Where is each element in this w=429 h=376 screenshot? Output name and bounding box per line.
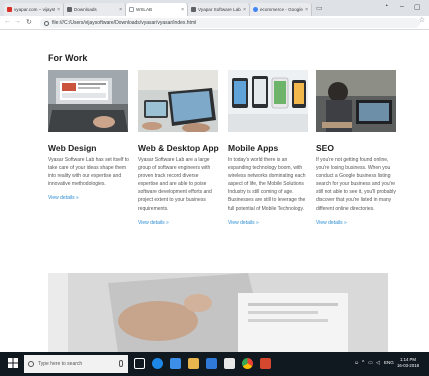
card-title: Mobile Apps bbox=[228, 143, 279, 153]
edge-browser-icon[interactable] bbox=[152, 358, 163, 369]
card-description: In today's world there is an expanding t… bbox=[228, 157, 306, 212]
browser-tab-4[interactable]: Vyapar Software Lab × bbox=[188, 3, 250, 16]
banner-image bbox=[48, 273, 388, 353]
view-details-link[interactable]: View details » bbox=[48, 195, 134, 201]
card-title: Web Design bbox=[48, 143, 97, 153]
service-card-web-desktop-app: Web & Desktop App Vyasar Software Lab ar… bbox=[138, 70, 224, 226]
view-details-link[interactable]: View details » bbox=[138, 220, 224, 226]
close-icon[interactable]: × bbox=[305, 7, 308, 13]
info-icon bbox=[44, 20, 49, 26]
service-card-mobile-apps: Mobile Apps In today's world there is an… bbox=[228, 70, 314, 226]
view-details-link[interactable]: View details » bbox=[316, 220, 402, 226]
microphone-icon[interactable] bbox=[119, 360, 123, 367]
card-title: Web & Desktop App bbox=[138, 143, 219, 153]
browser-tab-5[interactable]: ecommerce - Google Se × bbox=[250, 3, 312, 16]
address-bar[interactable]: file:///C:/Users/vijaysoftware/Downloads… bbox=[40, 18, 420, 28]
mail-icon[interactable] bbox=[224, 358, 235, 369]
windows-start-icon[interactable] bbox=[8, 358, 18, 368]
back-arrow-icon[interactable]: ← bbox=[4, 18, 11, 25]
close-icon[interactable]: × bbox=[243, 7, 246, 13]
task-view-icon[interactable] bbox=[134, 358, 145, 369]
google-icon bbox=[253, 7, 258, 12]
search-icon bbox=[28, 361, 34, 367]
browser-tab-1[interactable]: vyapar.com – vijaystestch × bbox=[4, 3, 64, 16]
address-text: file:///C:/Users/vijaysoftware/Downloads… bbox=[52, 20, 197, 26]
folder-icon[interactable] bbox=[188, 358, 199, 369]
office-icon[interactable] bbox=[260, 358, 271, 369]
store-icon[interactable] bbox=[206, 358, 217, 369]
seo-image bbox=[316, 70, 396, 132]
volume-icon[interactable]: ◁ bbox=[376, 360, 380, 366]
browser-tab-3[interactable]: WSLAB × bbox=[126, 3, 188, 16]
new-tab-button[interactable]: ▭ bbox=[316, 4, 323, 12]
web-design-image bbox=[48, 70, 128, 132]
network-icon[interactable]: ▭ bbox=[368, 360, 373, 366]
view-details-link[interactable]: View details » bbox=[228, 220, 314, 226]
language-indicator[interactable]: ENG bbox=[384, 360, 394, 365]
taskbar-clock[interactable]: 1:14 PM 16-03-2018 bbox=[397, 357, 419, 369]
tab-label: vyapar.com – vijaystestch bbox=[14, 7, 55, 12]
browser-tab-2[interactable]: Downloads × bbox=[64, 3, 126, 16]
web-desktop-app-image bbox=[138, 70, 218, 132]
clock-date: 16-03-2018 bbox=[397, 363, 419, 368]
download-icon bbox=[67, 7, 72, 12]
close-icon[interactable]: × bbox=[119, 7, 122, 13]
mobile-apps-image bbox=[228, 70, 308, 132]
close-icon[interactable]: × bbox=[181, 7, 184, 13]
page-icon bbox=[129, 7, 134, 12]
browser-toolbar: ← → ↻ file:///C:/Users/vijaysoftware/Dow… bbox=[0, 16, 429, 30]
card-description: If you're not getting found online, you'… bbox=[316, 157, 396, 212]
card-description: Vyasar Software Lab has set itself to ta… bbox=[48, 157, 129, 188]
forward-arrow-icon[interactable]: → bbox=[14, 18, 21, 25]
service-card-seo: SEO If you're not getting found online, … bbox=[316, 70, 402, 226]
profile-icon[interactable]: ◔ bbox=[384, 3, 388, 10]
close-icon[interactable]: × bbox=[57, 7, 60, 13]
taskbar-search-input[interactable]: Type here to search bbox=[24, 355, 128, 373]
gmail-icon bbox=[7, 7, 12, 12]
people-icon[interactable]: ☺ bbox=[354, 360, 359, 366]
tab-label: WSLAB bbox=[136, 7, 153, 12]
tab-label: ecommerce - Google Se bbox=[260, 7, 303, 12]
windows-taskbar: Type here to search ☺ ^ ▭ ◁ ENG 1:14 PM … bbox=[0, 352, 429, 376]
section-title: For Work bbox=[48, 53, 88, 63]
file-explorer-icon[interactable] bbox=[170, 358, 181, 369]
minimize-icon[interactable]: – bbox=[400, 3, 404, 10]
tab-label: Downloads bbox=[74, 7, 97, 12]
maximize-icon[interactable]: ▢ bbox=[414, 3, 421, 11]
search-placeholder: Type here to search bbox=[38, 361, 83, 367]
tab-label: Vyapar Software Lab bbox=[198, 7, 241, 12]
card-title: SEO bbox=[316, 143, 334, 153]
bookmark-star-icon[interactable]: ☆ bbox=[419, 16, 425, 24]
tray-up-arrow-icon[interactable]: ^ bbox=[362, 360, 364, 366]
card-description: Vyasar Software Lab are a large group of… bbox=[138, 157, 212, 212]
service-card-web-design: Web Design Vyasar Software Lab has set i… bbox=[48, 70, 134, 201]
page-icon bbox=[191, 7, 196, 12]
reload-icon[interactable]: ↻ bbox=[26, 18, 32, 26]
chrome-icon[interactable] bbox=[242, 358, 253, 369]
browser-tab-bar: vyapar.com – vijaystestch × Downloads × … bbox=[0, 0, 429, 16]
